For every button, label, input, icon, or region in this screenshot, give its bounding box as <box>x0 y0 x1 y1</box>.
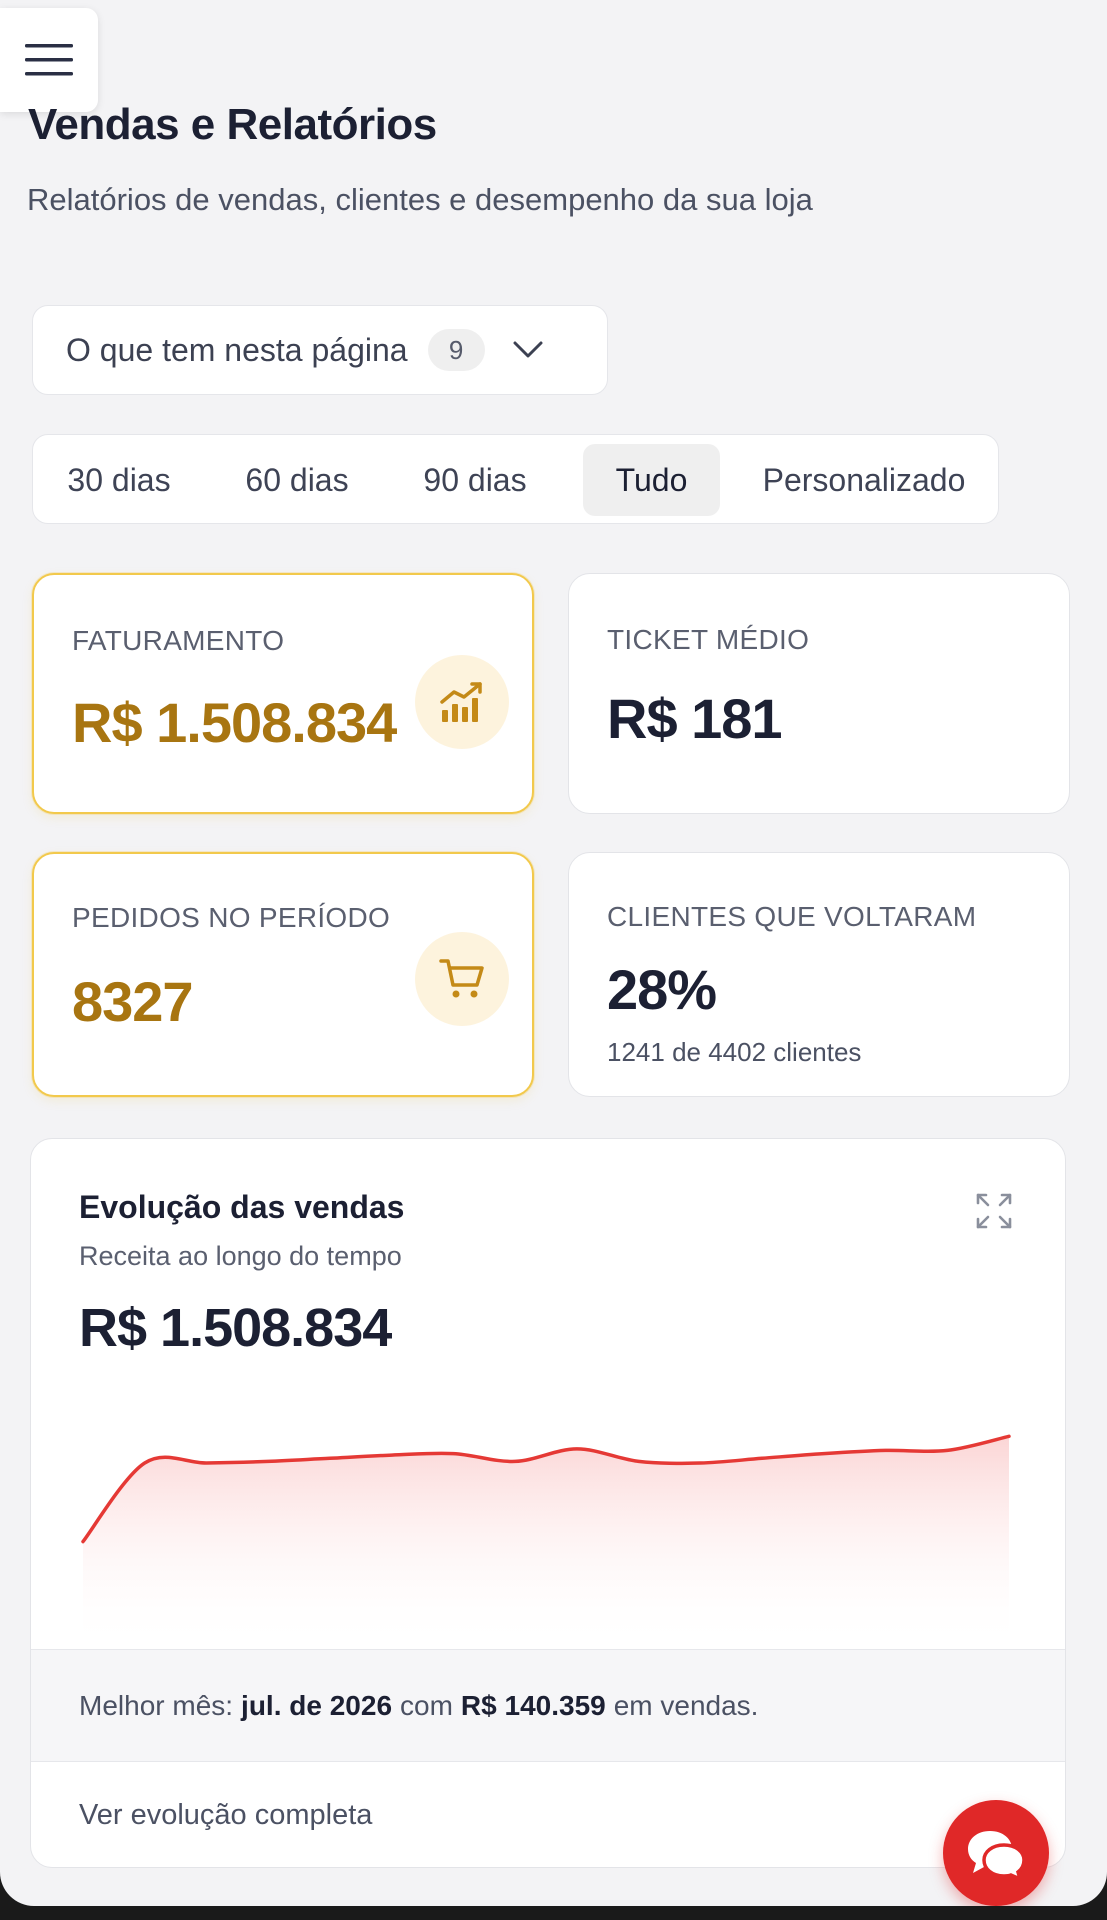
orders-label: PEDIDOS NO PERÍODO <box>72 902 391 933</box>
returning-customers-card[interactable]: CLIENTES QUE VOLTARAM 28% 1241 de 4402 c… <box>568 852 1070 1097</box>
best-month-connector: com <box>400 1689 453 1721</box>
range-tab-60-days[interactable]: 60 dias <box>235 444 359 516</box>
chat-bubbles-icon <box>968 1831 1026 1881</box>
best-month-suffix: em vendas. <box>613 1689 759 1721</box>
revenue-label: FATURAMENTO <box>72 625 285 656</box>
view-full-evolution-link[interactable]: Ver evolução completa <box>79 1799 372 1832</box>
revenue-card[interactable]: FATURAMENTO R$ 1.508.834 <box>32 573 534 814</box>
best-month-value: R$ 140.359 <box>460 1689 606 1721</box>
sales-evolution-card: Evolução das vendas Receita ao longo do … <box>30 1138 1066 1868</box>
average-ticket-label: TICKET MÉDIO <box>607 624 810 655</box>
page-subtitle: Relatórios de vendas, clientes e desempe… <box>27 182 813 217</box>
average-ticket-card[interactable]: TICKET MÉDIO R$ 181 <box>568 573 1070 814</box>
screen: Vendas e Relatórios Relatórios de vendas… <box>0 0 1107 1906</box>
bar-chart-trend-icon <box>415 655 509 749</box>
sales-area-fill <box>83 1436 1009 1649</box>
returning-customers-value: 28% <box>607 958 717 1021</box>
hamburger-menu-button[interactable] <box>0 8 98 112</box>
range-tab-30-days[interactable]: 30 dias <box>57 444 181 516</box>
sales-chart-subtitle: Receita ao longo do tempo <box>79 1241 402 1271</box>
page-contents-dropdown[interactable]: O que tem nesta página 9 <box>32 305 608 395</box>
best-month-summary: Melhor mês: jul. de 2026 com R$ 140.359 … <box>31 1649 1065 1762</box>
chat-button[interactable] <box>943 1800 1049 1906</box>
range-tab-90-days[interactable]: 90 dias <box>413 444 537 516</box>
best-month-prefix: Melhor mês: <box>79 1689 234 1721</box>
orders-card[interactable]: PEDIDOS NO PERÍODO 8327 <box>32 852 534 1097</box>
date-range-selector: 30 dias 60 dias 90 dias Tudo Personaliza… <box>32 434 999 524</box>
sales-chart-total: R$ 1.508.834 <box>79 1298 392 1358</box>
orders-value: 8327 <box>72 970 194 1033</box>
best-month-name: jul. de 2026 <box>241 1689 393 1721</box>
sales-line-chart <box>81 1434 1011 1649</box>
sales-chart-title: Evolução das vendas <box>79 1189 405 1225</box>
page-contents-label: O que tem nesta página <box>66 331 408 368</box>
shopping-cart-icon <box>415 932 509 1026</box>
chevron-down-icon <box>513 340 543 360</box>
range-tab-custom[interactable]: Personalizado <box>749 444 979 516</box>
returning-customers-label: CLIENTES QUE VOLTARAM <box>607 901 977 932</box>
average-ticket-value: R$ 181 <box>607 687 783 750</box>
page-title: Vendas e Relatórios <box>28 100 437 149</box>
revenue-value: R$ 1.508.834 <box>72 691 397 754</box>
expand-icon[interactable] <box>974 1191 1014 1236</box>
returning-customers-detail: 1241 de 4402 clientes <box>607 1037 862 1067</box>
range-tab-all[interactable]: Tudo <box>583 444 720 516</box>
hamburger-menu-icon <box>25 44 73 76</box>
page-contents-count-badge: 9 <box>427 329 485 371</box>
